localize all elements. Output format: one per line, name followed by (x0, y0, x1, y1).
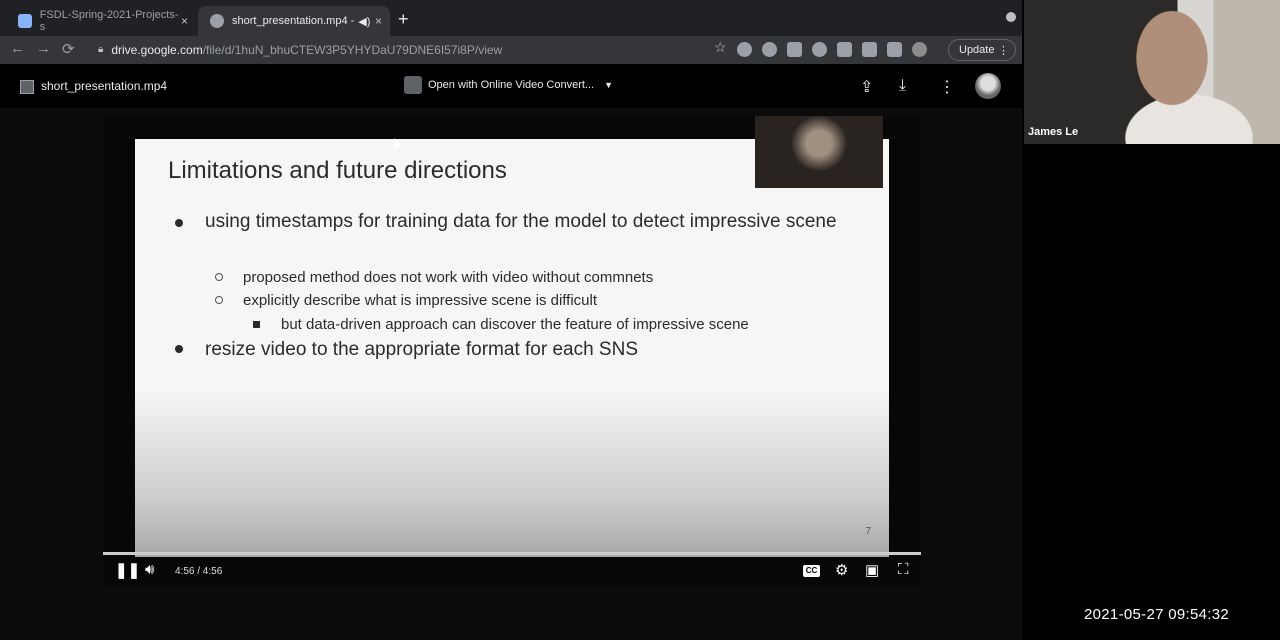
app-icon (404, 76, 422, 94)
tab-search-icon[interactable] (1006, 12, 1016, 22)
bullet-circle (215, 273, 223, 281)
slide-page-number: 7 (865, 526, 871, 537)
reading-list-icon[interactable] (886, 42, 902, 57)
star-icon[interactable]: ☆ (714, 39, 727, 57)
file-name: short_presentation.mp4 (41, 79, 168, 93)
bullet-circle (215, 296, 223, 304)
lock-icon: 🔒︎ (98, 44, 104, 55)
update-label: Update (959, 44, 995, 56)
video-player[interactable]: Limitations and future directions using … (103, 116, 921, 586)
bullet-1: using timestamps for training data for t… (205, 211, 837, 232)
captions-button[interactable]: CC (803, 565, 820, 577)
toolbar: ← → ⟳ 🔒︎ drive.google.com/file/d/1huN_bh… (0, 36, 1022, 64)
video-file-icon (20, 80, 34, 94)
tab-bar: FSDL-Spring-2021-Projects-s × short_pres… (0, 0, 1022, 36)
tab-label: FSDL-Spring-2021-Projects-s (39, 9, 179, 33)
more-icon[interactable]: ⋮ (939, 77, 955, 97)
close-icon[interactable]: × (181, 14, 188, 28)
slide-title: Limitations and future directions (168, 157, 507, 184)
close-icon[interactable]: × (375, 14, 382, 28)
fullscreen-icon[interactable]: ⛶ (898, 561, 909, 578)
settings-gear-icon[interactable]: ⚙ (835, 561, 848, 579)
add-to-drive-icon[interactable]: ⇪ (860, 77, 873, 97)
bullet-dot (175, 345, 183, 353)
browser-window: FSDL-Spring-2021-Projects-s × short_pres… (0, 0, 1022, 640)
pause-icon[interactable]: ❚❚ (115, 561, 140, 579)
extension-icon[interactable] (786, 42, 802, 57)
time-display: 4:56 / 4:56 (175, 566, 223, 577)
address-bar[interactable]: 🔒︎ drive.google.com/file/d/1huN_bhuCTEW3… (86, 38, 706, 61)
menu-icon[interactable]: ⋮ (998, 44, 1009, 57)
extension-icon[interactable] (761, 42, 777, 57)
presenter-video-thumbnail (755, 116, 883, 188)
speaker-icon[interactable]: ◀) (358, 15, 370, 28)
url-host: drive.google.com (111, 42, 203, 57)
puzzle-icon[interactable] (836, 42, 852, 57)
bullet-2: resize video to the appropriate format f… (205, 339, 639, 360)
profile-avatar[interactable] (911, 42, 927, 57)
sub-bullet-1: proposed method does not work with video… (243, 269, 654, 286)
open-with-button[interactable]: Open with Online Video Convert... ▼ (404, 76, 613, 94)
tab-label: short_presentation.mp4 - (232, 15, 355, 27)
forward-button[interactable]: → (36, 40, 51, 57)
volume-icon[interactable]: 🔊︎ (145, 561, 154, 578)
new-tab-button[interactable]: + (398, 9, 409, 30)
github-icon[interactable] (811, 42, 827, 57)
back-button[interactable]: ← (10, 40, 25, 57)
participant-name: James Le (1028, 126, 1079, 138)
drive-icon (210, 14, 224, 28)
tab-short-presentation[interactable]: short_presentation.mp4 - ◀) × (198, 6, 390, 36)
update-button[interactable]: Update ⋮ (948, 39, 1016, 61)
webcam-feed (1024, 0, 1280, 144)
miniplayer-icon[interactable]: ▣ (865, 561, 879, 579)
url-path: /file/d/1huN_bhuCTEW3P5YHYDaU79DNE6I57i8… (202, 42, 503, 57)
extension-icons: ☆ (714, 39, 927, 57)
open-with-label: Open with Online Video Convert... (428, 79, 595, 91)
progress-bar[interactable] (103, 552, 921, 555)
presentation-slide: Limitations and future directions using … (135, 139, 889, 557)
recording-timestamp: 2021-05-27 09:54:32 (1084, 606, 1229, 623)
account-avatar[interactable] (975, 73, 1001, 99)
sub-bullet-2: explicitly describe what is impressive s… (243, 292, 598, 309)
drive-viewer-header: short_presentation.mp4 Open with Online … (0, 64, 1022, 108)
extension-icon[interactable] (736, 42, 752, 57)
doc-icon (18, 14, 32, 28)
player-controls: ❚❚ 🔊︎ 4:56 / 4:56 CC ⚙ ▣ ⛶ (103, 559, 921, 586)
cast-icon[interactable] (861, 42, 877, 57)
reload-button[interactable]: ⟳ (62, 40, 75, 58)
download-icon[interactable]: ⤓ (899, 77, 906, 95)
chevron-down-icon[interactable]: ▼ (604, 80, 613, 90)
tab-fsdl-projects[interactable]: FSDL-Spring-2021-Projects-s × (6, 6, 196, 36)
bullet-square (253, 321, 260, 328)
sub-sub-bullet: but data-driven approach can discover th… (281, 316, 749, 333)
bullet-dot (175, 219, 183, 227)
